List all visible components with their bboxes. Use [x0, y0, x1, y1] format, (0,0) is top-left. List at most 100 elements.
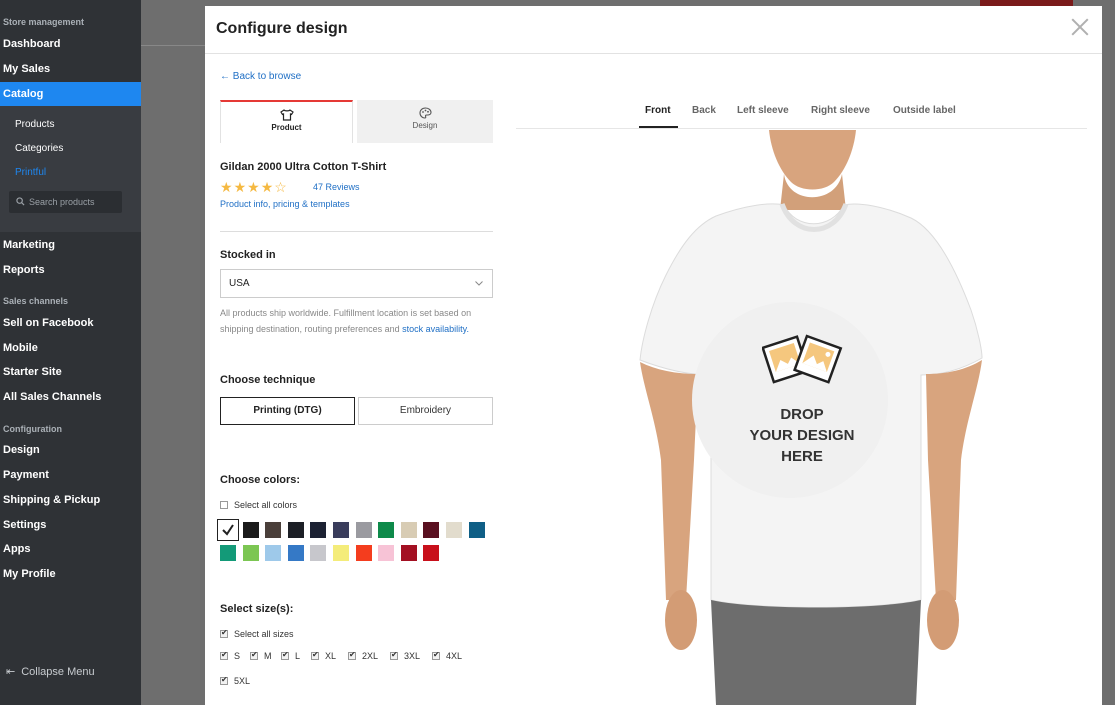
- sidebar: Store management Dashboard My Sales Cata…: [0, 0, 141, 705]
- sidebar-item-apps[interactable]: Apps: [0, 537, 141, 561]
- shipping-note: All products ship worldwide. Fulfillment…: [220, 305, 493, 337]
- size-checkbox[interactable]: 3XL: [390, 650, 421, 661]
- tab-front[interactable]: Front: [645, 105, 671, 116]
- drop-text-line-2: YOUR DESIGN: [749, 427, 855, 444]
- color-swatch[interactable]: [287, 522, 304, 538]
- sidebar-item-design[interactable]: Design: [0, 438, 141, 462]
- size-checkbox[interactable]: M: [250, 650, 272, 661]
- select-all-sizes-checkbox[interactable]: Select all sizes: [220, 628, 294, 639]
- sidebar-item-mobile[interactable]: Mobile: [0, 336, 141, 360]
- color-swatch[interactable]: [242, 522, 259, 538]
- technique-label: Choose technique: [220, 374, 316, 386]
- stocked-in-label: Stocked in: [220, 249, 276, 261]
- color-swatch[interactable]: [217, 519, 239, 541]
- tab-design-label: Design: [412, 121, 438, 130]
- size-label: S: [234, 651, 241, 661]
- sidebar-subitem-products[interactable]: Products: [15, 119, 54, 130]
- sidebar-item-marketing[interactable]: Marketing: [0, 233, 141, 257]
- section-configuration: Configuration: [3, 424, 62, 434]
- size-checkbox[interactable]: 5XL: [220, 675, 250, 686]
- stocked-in-select[interactable]: USA: [220, 269, 493, 298]
- tab-right-sleeve[interactable]: Right sleeve: [811, 105, 870, 116]
- preview-tab-divider: [516, 128, 1087, 129]
- checkbox-box: [220, 628, 228, 638]
- sidebar-item-my-profile[interactable]: My Profile: [0, 562, 141, 586]
- tab-product[interactable]: Product: [220, 100, 353, 143]
- checkbox-box: [390, 650, 398, 660]
- sidebar-item-dashboard[interactable]: Dashboard: [0, 32, 141, 56]
- sidebar-item-sell-on-facebook[interactable]: Sell on Facebook: [0, 311, 141, 335]
- product-info-link[interactable]: Product info, pricing & templates: [220, 199, 350, 209]
- star-outline-icon: ☆: [274, 179, 288, 195]
- sidebar-item-payment[interactable]: Payment: [0, 463, 141, 487]
- catalog-submenu: Products Categories Printful: [0, 106, 141, 232]
- product-name: Gildan 2000 Ultra Cotton T-Shirt: [220, 161, 387, 173]
- sidebar-search-input[interactable]: Search products: [9, 191, 122, 213]
- size-checkbox[interactable]: 2XL: [348, 650, 379, 661]
- drop-text-line-1: DROP: [780, 406, 824, 423]
- tab-product-label: Product: [271, 123, 302, 132]
- reviews-link[interactable]: 47 Reviews: [313, 182, 360, 192]
- color-swatch[interactable]: [242, 545, 259, 561]
- size-checkbox[interactable]: S: [220, 650, 241, 661]
- select-all-colors-label: Select all colors: [234, 500, 298, 510]
- color-swatch[interactable]: [400, 545, 417, 561]
- tab-back[interactable]: Back: [692, 105, 716, 116]
- checkbox-box: [220, 650, 228, 660]
- color-swatch[interactable]: [423, 522, 440, 538]
- color-swatch[interactable]: [423, 545, 440, 561]
- rating-stars: ★★★★☆: [220, 179, 288, 196]
- select-all-colors-checkbox[interactable]: Select all colors: [220, 500, 297, 510]
- stock-availability-link[interactable]: stock availability.: [402, 324, 469, 334]
- size-checkbox[interactable]: L: [281, 650, 301, 661]
- size-checkbox[interactable]: XL: [311, 650, 337, 661]
- color-swatch[interactable]: [355, 545, 372, 561]
- back-to-browse-link[interactable]: ← Back to browse: [220, 71, 301, 82]
- color-swatch[interactable]: [400, 522, 417, 538]
- collapse-arrow-icon: ⇤: [6, 666, 16, 678]
- color-swatch[interactable]: [333, 545, 349, 561]
- section-store-management: Store management: [3, 17, 85, 27]
- color-swatch[interactable]: [310, 522, 327, 538]
- color-swatch[interactable]: [310, 545, 327, 561]
- sidebar-item-starter-site[interactable]: Starter Site: [0, 360, 141, 384]
- checkbox-box: [220, 500, 228, 509]
- color-swatch[interactable]: [468, 522, 485, 538]
- sidebar-subitem-printful[interactable]: Printful: [15, 167, 46, 178]
- sidebar-item-all-sales-channels[interactable]: All Sales Channels: [0, 385, 141, 409]
- color-swatch[interactable]: [378, 545, 395, 561]
- checkmark-icon: [222, 524, 234, 536]
- tab-outside-label[interactable]: Outside label: [893, 105, 956, 116]
- color-swatch[interactable]: [265, 522, 282, 538]
- size-label: L: [295, 651, 301, 661]
- tab-left-sleeve[interactable]: Left sleeve: [737, 105, 789, 116]
- search-placeholder: Search products: [29, 197, 95, 207]
- sidebar-item-reports[interactable]: Reports: [0, 258, 141, 282]
- size-label: 3XL: [404, 651, 421, 661]
- collapse-menu-button[interactable]: ⇤ Collapse Menu: [6, 665, 95, 678]
- sidebar-item-settings[interactable]: Settings: [0, 513, 141, 537]
- technique-dtg-button[interactable]: Printing (DTG): [220, 397, 355, 425]
- color-swatch[interactable]: [378, 522, 395, 538]
- sidebar-item-my-sales[interactable]: My Sales: [0, 57, 141, 81]
- color-swatch[interactable]: [333, 522, 349, 538]
- size-label: 2XL: [362, 651, 379, 661]
- size-label: XL: [325, 651, 337, 661]
- select-all-sizes-label: Select all sizes: [234, 629, 294, 639]
- color-swatch[interactable]: [220, 545, 236, 561]
- sidebar-subitem-categories[interactable]: Categories: [15, 143, 63, 154]
- color-swatch[interactable]: [287, 545, 304, 561]
- size-checkbox[interactable]: 4XL: [432, 650, 462, 661]
- star-icon: ★: [247, 179, 261, 195]
- tab-design[interactable]: Design: [357, 100, 493, 143]
- sizes-label: Select size(s):: [220, 603, 294, 615]
- color-swatch[interactable]: [265, 545, 282, 561]
- star-icon: ★: [220, 179, 234, 195]
- sidebar-item-shipping-pickup[interactable]: Shipping & Pickup: [0, 488, 141, 512]
- close-icon[interactable]: [1070, 16, 1090, 36]
- color-swatch[interactable]: [446, 522, 462, 538]
- sidebar-item-catalog[interactable]: Catalog: [0, 82, 141, 106]
- stocked-in-value: USA: [229, 278, 250, 289]
- color-swatch[interactable]: [355, 522, 372, 538]
- technique-embroidery-button[interactable]: Embroidery: [358, 397, 493, 425]
